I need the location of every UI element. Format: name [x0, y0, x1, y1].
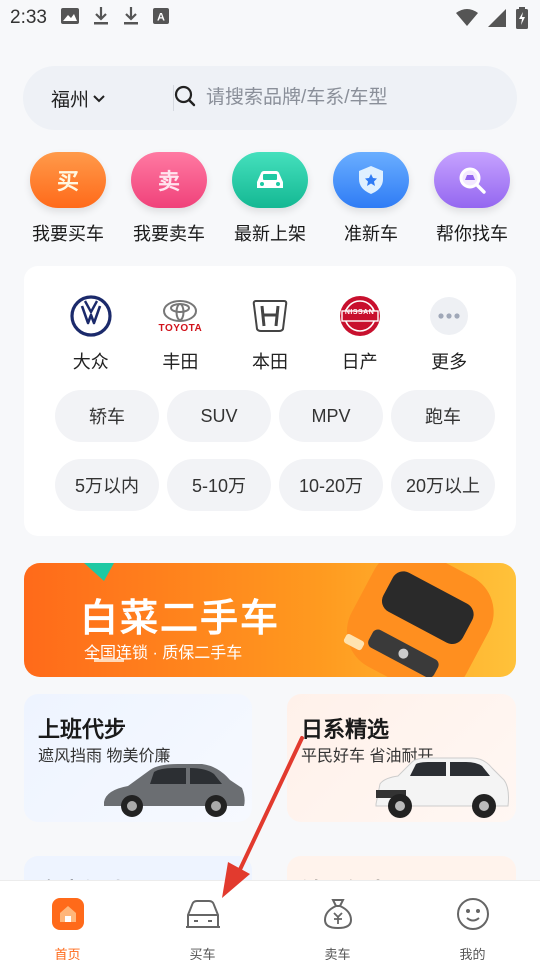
quick-entry-row: 买 我要买车 卖 我要卖车 最新上架 准新车 帮你找车 [18, 152, 522, 246]
download-icon [123, 6, 139, 30]
brand-name: 大众 [72, 352, 109, 372]
brand-name: 丰田 [162, 352, 199, 372]
more-icon [427, 294, 471, 338]
suv-car-image [375, 757, 509, 818]
brand-more[interactable]: 更多 [404, 294, 494, 374]
brand-nissan[interactable]: NISSAN 日产 [315, 294, 405, 374]
quick-entry-label: 最新上架 [234, 224, 306, 244]
quick-entry-find-car[interactable]: 帮你找车 [422, 152, 522, 246]
profile-icon [456, 897, 490, 936]
battery-charging-icon [516, 7, 528, 34]
svg-text:A: A [157, 11, 165, 23]
nissan-logo-icon: NISSAN [338, 294, 382, 338]
quick-entry-new-listings[interactable]: 最新上架 [220, 152, 320, 246]
buy-car-icon: 买 [30, 152, 106, 208]
download-icon [93, 6, 109, 30]
chip-price-range[interactable]: 20万以上 [391, 459, 495, 511]
toyota-logo-icon: TOYOTA [158, 294, 202, 338]
chip-car-type[interactable]: MPV [279, 390, 383, 442]
brand-row: 大众 TOYOTA 丰田 本田 NISSAN 日产 更多 [24, 266, 516, 374]
brand-toyota[interactable]: TOYOTA 丰田 [136, 294, 226, 374]
nav-buy-car[interactable]: 买车 [153, 897, 253, 960]
brand-filter-card: 大众 TOYOTA 丰田 本田 NISSAN 日产 更多 轿车 SUV MPV … [24, 266, 516, 536]
city-selector[interactable]: 福州 [23, 85, 173, 112]
find-car-icon [434, 152, 510, 208]
status-bar: 2:33 A [0, 0, 540, 36]
new-car-icon [232, 152, 308, 208]
chip-car-type[interactable]: SUV [167, 390, 271, 442]
status-time: 2:33 [10, 7, 47, 28]
banner-subtitle: 全国连锁 · 质保二手车 [84, 645, 243, 662]
tile-commute[interactable]: 上班代步 遮风挡雨 物美价廉 [24, 694, 252, 822]
image-icon [60, 7, 79, 29]
nav-sell-car[interactable]: 卖车 [288, 897, 388, 960]
nav-label: 卖车 [324, 947, 351, 960]
money-bag-icon [321, 897, 355, 936]
sedan-car-image [104, 764, 245, 817]
sell-car-icon: 卖 [131, 152, 207, 208]
quick-entry-buy-car[interactable]: 买 我要买车 [18, 152, 118, 246]
brand-honda[interactable]: 本田 [225, 294, 315, 374]
city-label: 福州 [51, 89, 90, 111]
brand-name: 更多 [431, 352, 468, 372]
price-range-chips: 5万以内 5-10万 10-20万 20万以上 [55, 459, 495, 511]
quick-entry-label: 准新车 [344, 224, 398, 244]
search-field [173, 85, 466, 111]
promo-banner[interactable]: 白菜二手车 全国连锁 · 质保二手车 [24, 563, 516, 677]
tile-title: 日系精选 [301, 717, 390, 742]
signal-icon [488, 9, 506, 32]
search-input[interactable] [206, 87, 466, 109]
search-bar: 福州 [23, 66, 517, 130]
chip-car-type[interactable]: 轿车 [55, 390, 159, 442]
honda-logo-icon [248, 294, 292, 338]
banner-title: 白菜二手车 [80, 598, 281, 640]
quick-entry-label: 我要买车 [32, 224, 104, 244]
nav-home[interactable]: 首页 [18, 897, 118, 960]
quick-entry-sell-car[interactable]: 卖 我要卖车 [119, 152, 219, 246]
volkswagen-logo-icon [69, 294, 113, 338]
brand-name: 日产 [341, 352, 378, 372]
wifi-icon [456, 9, 478, 32]
quick-entry-label: 我要卖车 [133, 224, 205, 244]
car-type-chips: 轿车 SUV MPV 跑车 [55, 390, 495, 442]
shield-icon [333, 152, 409, 208]
quick-entry-label: 帮你找车 [436, 224, 508, 244]
search-icon [174, 85, 196, 112]
nav-profile[interactable]: 我的 [423, 897, 523, 960]
chip-price-range[interactable]: 5万以内 [55, 459, 159, 511]
font-icon: A [152, 7, 169, 29]
nav-label: 我的 [459, 947, 486, 960]
tile-japanese-picks[interactable]: 日系精选 平民好车 省油耐开 [287, 694, 516, 822]
nav-label: 买车 [189, 947, 216, 960]
bottom-nav: 首页 买车 卖车 我的 [0, 880, 540, 960]
chip-price-range[interactable]: 5-10万 [167, 459, 271, 511]
home-icon [51, 897, 85, 936]
chip-car-type[interactable]: 跑车 [391, 390, 495, 442]
chevron-down-icon [93, 87, 105, 109]
tile-title: 上班代步 [38, 717, 127, 742]
nav-label: 首页 [54, 947, 81, 960]
brand-name: 本田 [251, 352, 288, 372]
brand-volkswagen[interactable]: 大众 [46, 294, 136, 374]
chip-price-range[interactable]: 10-20万 [279, 459, 383, 511]
quick-entry-near-new[interactable]: 准新车 [321, 152, 421, 246]
car-icon [184, 897, 222, 936]
